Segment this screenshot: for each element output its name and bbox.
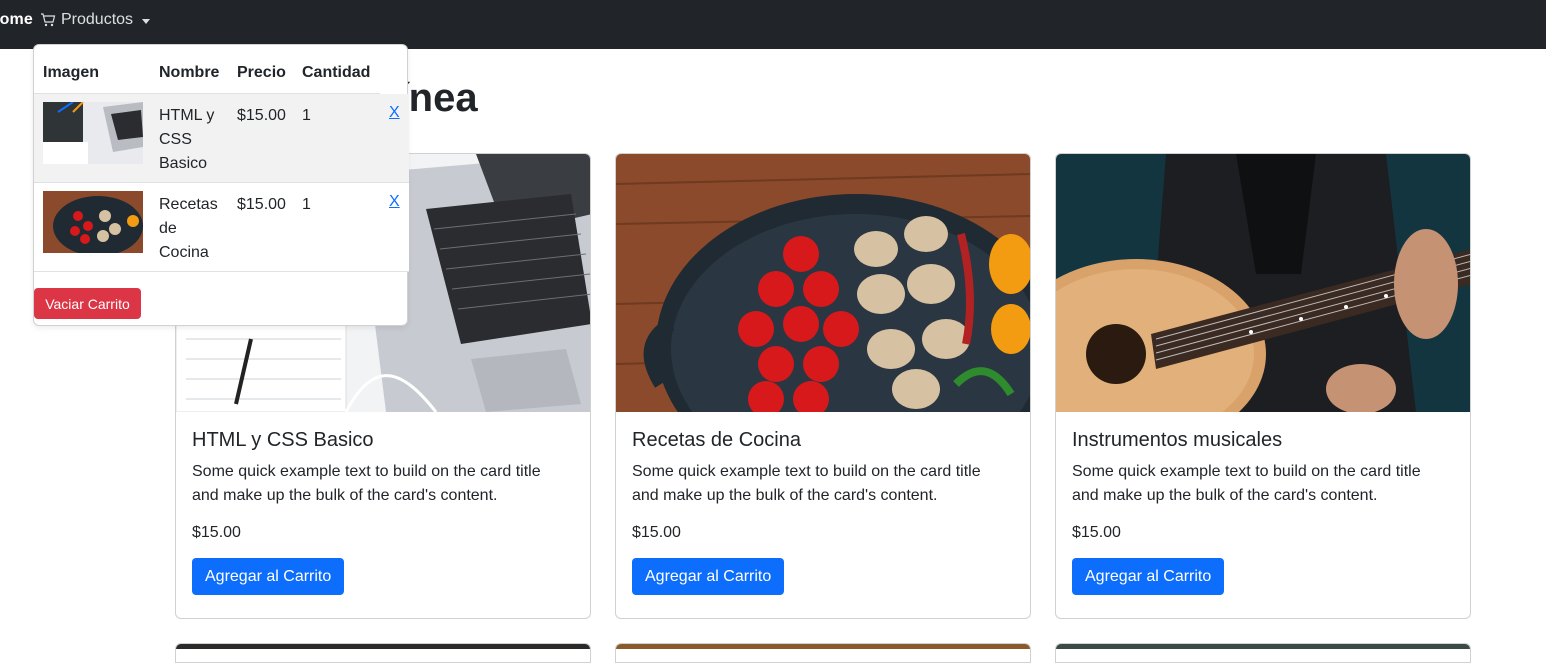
add-to-cart-button[interactable]: Agregar al Carrito: [632, 558, 785, 596]
course-price: $15.00: [1072, 524, 1121, 541]
navbar: Home Productos: [0, 0, 1546, 49]
course-description: Some quick example text to build on the …: [192, 463, 541, 504]
cart-dropdown: Imagen Nombre Precio Cantidad HTML y CSS…: [33, 44, 409, 326]
course-title: Instrumentos musicales: [1072, 429, 1283, 451]
course-image-guitar: [1056, 154, 1470, 412]
course-card-next: [1055, 643, 1471, 663]
course-title: HTML y CSS Basico: [192, 429, 374, 451]
row-divider: [34, 271, 409, 272]
cart-item-name: HTML y CSS Basico: [159, 107, 215, 172]
add-to-cart-button[interactable]: Agregar al Carrito: [192, 558, 345, 596]
nav-home-link[interactable]: Home: [0, 11, 33, 29]
course-image-cooking: [616, 154, 1030, 412]
course-price: $15.00: [192, 524, 241, 541]
course-card-next: [175, 643, 591, 663]
cart-item-price: $15.00: [237, 107, 286, 124]
cart-item-qty: 1: [302, 196, 311, 213]
cart-item-name: Recetas de Cocina: [159, 196, 218, 261]
course-card: Recetas de Cocina Some quick example tex…: [615, 153, 1031, 619]
course-title: Recetas de Cocina: [632, 429, 801, 451]
cart-row: HTML y CSS Basico $15.00 1 X: [34, 94, 409, 182]
course-description: Some quick example text to build on the …: [632, 463, 981, 504]
cart-item-image: [43, 102, 143, 164]
add-to-cart-button[interactable]: Agregar al Carrito: [1072, 558, 1225, 596]
products-label: Productos: [61, 11, 134, 28]
cart-icon: [40, 12, 56, 28]
cart-item-price: $15.00: [237, 196, 286, 213]
cart-item-qty: 1: [302, 107, 311, 124]
remove-item-link[interactable]: X: [389, 104, 400, 122]
course-card: Instrumentos musicales Some quick exampl…: [1055, 153, 1471, 619]
cart-header-qty: Cantidad: [302, 64, 371, 81]
products-dropdown-toggle[interactable]: Productos: [40, 11, 151, 29]
remove-item-link[interactable]: X: [389, 193, 400, 211]
course-description: Some quick example text to build on the …: [1072, 463, 1421, 504]
course-card-next: [615, 643, 1031, 663]
course-price: $15.00: [632, 524, 681, 541]
cart-header-image: Imagen: [43, 64, 100, 81]
cart-header-name: Nombre: [159, 64, 220, 81]
cart-item-image: [43, 191, 143, 253]
chevron-down-icon: [142, 18, 151, 24]
cart-row: Recetas de Cocina $15.00 1 X: [34, 183, 409, 271]
cart-header-price: Precio: [237, 64, 286, 81]
empty-cart-button[interactable]: Vaciar Carrito: [34, 288, 141, 319]
